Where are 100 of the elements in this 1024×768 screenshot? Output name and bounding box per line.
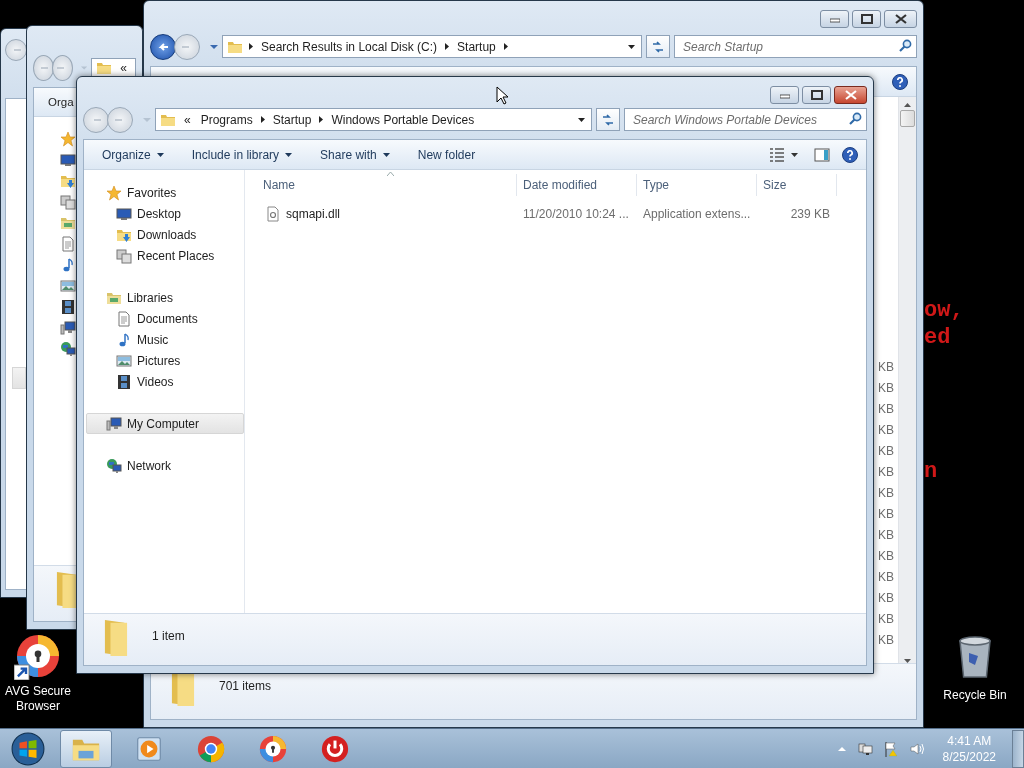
sidebar-item[interactable]: Recent Places [86, 245, 244, 266]
speaker-icon [908, 740, 925, 757]
sidebar-item[interactable]: Pictures [86, 350, 244, 371]
recent-places-icon[interactable] [60, 194, 76, 210]
chevron-icon [503, 43, 508, 50]
table-cell-text: 239 KB [789, 206, 831, 221]
show-desktop-button[interactable] [1012, 729, 1024, 768]
dropdown-icon[interactable] [628, 44, 635, 49]
sidebar-item[interactable]: Videos [86, 371, 244, 392]
network-icon[interactable] [60, 341, 76, 357]
search-field[interactable]: Search Startup [674, 35, 917, 58]
help-icon[interactable] [892, 73, 908, 90]
sidebar-item[interactable]: Music [86, 329, 244, 350]
search-icon[interactable] [848, 112, 862, 126]
browser-icon [196, 733, 226, 764]
recent-places-icon [116, 247, 132, 264]
breadcrumb[interactable]: Windows Portable Devices [329, 112, 477, 127]
back-button[interactable] [5, 38, 27, 61]
scroll-up-icon[interactable] [904, 103, 911, 107]
sidebar-item[interactable]: Network [86, 455, 244, 476]
maximize-button[interactable] [802, 86, 831, 104]
table-cell-text: KB [878, 443, 894, 460]
caret-icon [156, 152, 164, 157]
scrollbar[interactable] [898, 97, 916, 663]
table-cell-text: KB [878, 527, 894, 544]
column-header[interactable]: Date modified [517, 174, 637, 196]
sidebar-item[interactable]: Favorites [86, 182, 244, 203]
toolbar-text[interactable]: Orga [48, 96, 74, 108]
computer-icon [106, 415, 122, 432]
maximize-icon [860, 14, 873, 24]
minimize-icon [779, 91, 790, 99]
pictures-icon[interactable] [60, 278, 76, 294]
table-cell-text: KB [878, 632, 894, 649]
sidebar-item[interactable]: Libraries [86, 287, 244, 308]
sidebar-item[interactable]: My Computer [86, 413, 244, 434]
column-header[interactable]: Type [637, 174, 757, 196]
monitor-icon[interactable] [60, 152, 76, 168]
sort-caret-icon [386, 172, 394, 176]
address-bar[interactable]: « Programs Startup Windows Portable Devices [155, 108, 592, 131]
column-header[interactable]: Size [757, 174, 837, 196]
library-icon[interactable] [60, 215, 76, 231]
close-button[interactable] [834, 86, 867, 104]
breadcrumb-overflow[interactable]: « [118, 60, 129, 75]
column-header[interactable]: Name [257, 174, 517, 196]
back-arrow-icon [156, 40, 170, 53]
toolbar-button[interactable]: New folder [407, 143, 486, 166]
breadcrumb[interactable]: Startup [270, 112, 314, 127]
refresh-button[interactable] [646, 35, 670, 58]
caret-icon [382, 152, 390, 157]
refresh-button[interactable] [596, 108, 620, 131]
address-bar[interactable]: Search Results in Local Disk (C:) Startup [222, 35, 642, 58]
monitor-icon [116, 205, 132, 222]
download-folder-icon[interactable] [60, 173, 76, 189]
close-icon [894, 14, 907, 24]
status-text: 701 items [219, 679, 272, 693]
breadcrumb-overflow[interactable]: « [182, 112, 193, 127]
desktop-icon-label[interactable]: Recycle Bin [943, 688, 1007, 703]
dropdown-icon[interactable] [578, 117, 585, 122]
browser-shortcut-icon[interactable] [14, 632, 62, 680]
breadcrumb[interactable]: Programs [198, 112, 255, 127]
table-cell-text: 11/20/2010 10:24 ... [522, 206, 630, 221]
search-icon[interactable] [898, 39, 912, 53]
file-name[interactable]: sqmapi.dll [286, 206, 341, 221]
mouse-cursor-icon [496, 86, 510, 106]
network-icon [106, 457, 122, 474]
preview-pane-icon [814, 146, 830, 163]
maximize-button[interactable] [852, 10, 881, 28]
breadcrumb[interactable]: Search Results in Local Disk (C:) [259, 39, 440, 54]
refresh-icon [601, 112, 615, 127]
search-field[interactable]: Search Windows Portable Devices [624, 108, 867, 131]
film-icon[interactable] [60, 299, 76, 315]
close-button[interactable] [884, 10, 917, 28]
start-orb-icon [11, 731, 45, 766]
status-text: 1 item [152, 629, 185, 643]
sidebar-item[interactable]: Desktop [86, 203, 244, 224]
breadcrumb[interactable]: Startup [455, 39, 498, 54]
star-icon[interactable] [60, 131, 76, 147]
back-button[interactable] [150, 33, 176, 60]
desktop-icon-label[interactable]: AVG Secure Browser [0, 684, 77, 714]
toolbar-button[interactable]: Share with [310, 143, 400, 166]
computer-icon[interactable] [60, 320, 76, 336]
sidebar-item[interactable]: Documents [86, 308, 244, 329]
table-cell-text: KB [878, 422, 894, 439]
scroll-thumb[interactable] [900, 110, 915, 127]
document-icon [116, 310, 132, 327]
table-cell-text: KB [878, 464, 894, 481]
sidebar-item[interactable]: Downloads [86, 224, 244, 245]
taskbar-app[interactable] [60, 729, 112, 768]
film-icon [116, 373, 132, 390]
address-bar[interactable]: « [91, 58, 136, 77]
table-cell-text: KB [878, 401, 894, 418]
pictures-icon [116, 352, 132, 369]
wallpaper-text: ow, [924, 300, 964, 322]
up-arrow-icon [836, 744, 847, 753]
toolbar-button[interactable]: Organize [92, 143, 174, 166]
table-cell-text: KB [878, 590, 894, 607]
toolbar-button[interactable]: Include in library [181, 143, 303, 166]
table-cell-text: KB [878, 359, 894, 376]
help-icon[interactable] [842, 146, 858, 163]
document-icon[interactable] [60, 236, 76, 252]
